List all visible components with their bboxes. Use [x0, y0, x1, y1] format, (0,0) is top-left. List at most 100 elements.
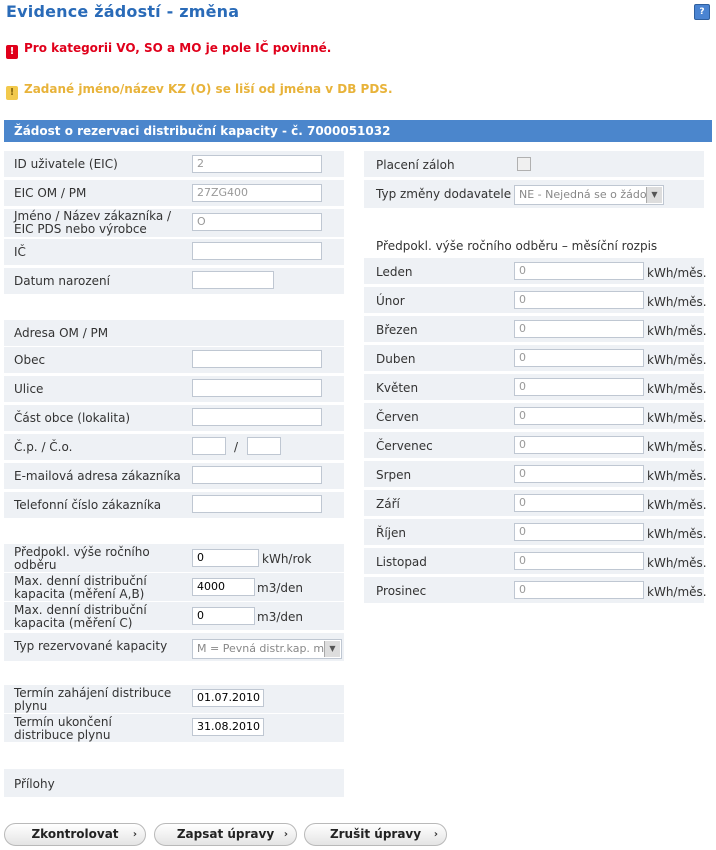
month-field[interactable]: 0 — [514, 262, 644, 280]
cast-label: Část obce (lokalita) — [14, 411, 131, 425]
ulice-label: Ulice — [14, 382, 44, 396]
co-field[interactable] — [247, 437, 281, 455]
eicom-field[interactable]: 27ZG400 — [192, 184, 322, 202]
chevron-down-icon[interactable]: ▼ — [646, 187, 662, 203]
cancel-button[interactable]: Zrušit úpravy › — [304, 823, 447, 846]
captype-value: M = Pevná distr.kap. m — [197, 642, 325, 655]
annual-field[interactable]: 0 — [192, 549, 259, 567]
chevron-right-icon: › — [132, 829, 137, 840]
maxc-field[interactable]: 0 — [192, 607, 255, 625]
month-field[interactable]: 0 — [514, 581, 644, 599]
chevron-right-icon: › — [283, 829, 288, 840]
month-label: Listopad — [376, 555, 427, 569]
warning-icon: ! — [6, 86, 18, 100]
warning-text: Zadané jméno/název KZ (O) se liší od jmé… — [24, 82, 393, 96]
cp-label: Č.p. / Č.o. — [14, 440, 73, 454]
annual-label: Předpokl. výše ročního odběru — [14, 545, 150, 572]
month-unit: kWh/měs. — [647, 324, 707, 338]
cp-separator: / — [234, 440, 239, 454]
month-label: Červenec — [376, 439, 433, 453]
supplier-change-label: Typ změny dodavatele — [376, 187, 512, 201]
address-label: Adresa OM / PM — [14, 326, 109, 340]
warning-message: ! Zadané jméno/název KZ (O) se liší od jm… — [6, 82, 393, 100]
name-label: Jméno / Název zákazníka / EIC PDS nebo v… — [14, 209, 172, 236]
month-unit: kWh/měs. — [647, 353, 707, 367]
month-unit: kWh/měs. — [647, 469, 707, 483]
month-label: Červen — [376, 410, 419, 424]
month-label: Leden — [376, 265, 413, 279]
maxc-unit: m3/den — [257, 610, 303, 624]
email-label: E-mailová adresa zákazníka — [14, 469, 181, 483]
check-button-label: Zkontrolovat — [31, 827, 119, 841]
cancel-button-label: Zrušit úpravy — [329, 827, 422, 841]
month-unit: kWh/měs. — [647, 382, 707, 396]
attach-label: Přílohy — [14, 777, 55, 791]
save-button[interactable]: Zapsat úpravy › — [154, 823, 297, 846]
month-field[interactable]: 0 — [514, 465, 644, 483]
month-label: Květen — [376, 381, 419, 395]
ic-label: IČ — [14, 245, 26, 259]
obec-field[interactable] — [192, 350, 322, 368]
month-field[interactable]: 0 — [514, 349, 644, 367]
month-field[interactable]: 0 — [514, 407, 644, 425]
maxab-unit: m3/den — [257, 581, 303, 595]
start-label: Termín zahájení distribuce plynu — [14, 686, 172, 713]
error-text: Pro kategorii VO, SO a MO je pole IČ pov… — [24, 41, 332, 55]
month-field[interactable]: 0 — [514, 378, 644, 396]
check-button[interactable]: Zkontrolovat › — [4, 823, 146, 846]
chevron-right-icon: › — [433, 829, 438, 840]
month-unit: kWh/měs. — [647, 498, 707, 512]
month-field[interactable]: 0 — [514, 436, 644, 454]
deposit-label: Placení záloh — [376, 158, 455, 172]
end-label: Termín ukončení distribuce plynu — [14, 715, 112, 742]
cast-field[interactable] — [192, 408, 322, 426]
annual-unit: kWh/rok — [262, 552, 312, 566]
supplier-change-value: NE - Nejedná se o žádo — [519, 188, 647, 201]
ic-field[interactable] — [192, 242, 322, 260]
supplier-change-select[interactable]: NE - Nejedná se o žádo ▼ — [514, 185, 664, 205]
page-title: Evidence žádostí - změna — [6, 2, 240, 21]
error-message: ! Pro kategorii VO, SO a MO je pole IČ po… — [6, 41, 331, 59]
month-label: Září — [376, 497, 400, 511]
end-field[interactable]: 31.08.2010 — [192, 718, 264, 736]
eicom-label: EIC OM / PM — [14, 186, 87, 200]
month-field[interactable]: 0 — [514, 320, 644, 338]
captype-label: Typ rezervované kapacity — [14, 639, 168, 653]
email-field[interactable] — [192, 466, 322, 484]
month-label: Srpen — [376, 468, 412, 482]
start-field[interactable]: 01.07.2010 — [192, 689, 264, 707]
month-field[interactable]: 0 — [514, 494, 644, 512]
name-field[interactable]: O — [192, 213, 322, 231]
monthly-header: Předpokl. výše ročního odběru – měsíční … — [376, 239, 658, 253]
error-icon: ! — [6, 45, 18, 59]
row-attach — [4, 769, 344, 797]
month-unit: kWh/měs. — [647, 556, 707, 570]
obec-label: Obec — [14, 353, 46, 367]
month-unit: kWh/měs. — [647, 527, 707, 541]
birth-label: Datum narození — [14, 274, 110, 288]
ulice-field[interactable] — [192, 379, 322, 397]
maxc-label: Max. denní distribuční kapacita (měření … — [14, 603, 147, 630]
month-unit: kWh/měs. — [647, 585, 707, 599]
phone-field[interactable] — [192, 495, 322, 513]
month-unit: kWh/měs. — [647, 411, 707, 425]
cp-field[interactable] — [192, 437, 226, 455]
help-icon[interactable]: ? — [694, 4, 710, 20]
chevron-down-icon[interactable]: ▼ — [324, 641, 340, 657]
month-field[interactable]: 0 — [514, 552, 644, 570]
month-label: Duben — [376, 352, 416, 366]
maxab-field[interactable]: 4000 — [192, 578, 255, 596]
month-field[interactable]: 0 — [514, 523, 644, 541]
month-unit: kWh/měs. — [647, 440, 707, 454]
month-label: Březen — [376, 323, 418, 337]
month-label: Říjen — [376, 526, 406, 540]
birth-field[interactable] — [192, 271, 274, 289]
month-unit: kWh/měs. — [647, 295, 707, 309]
captype-select[interactable]: M = Pevná distr.kap. m ▼ — [192, 639, 342, 659]
eic-label: ID uživatele (EIC) — [14, 157, 118, 171]
deposit-checkbox[interactable] — [517, 157, 531, 171]
month-field[interactable]: 0 — [514, 291, 644, 309]
save-button-label: Zapsat úpravy — [176, 827, 275, 841]
eic-field[interactable]: 2 — [192, 155, 322, 173]
month-unit: kWh/měs. — [647, 266, 707, 280]
